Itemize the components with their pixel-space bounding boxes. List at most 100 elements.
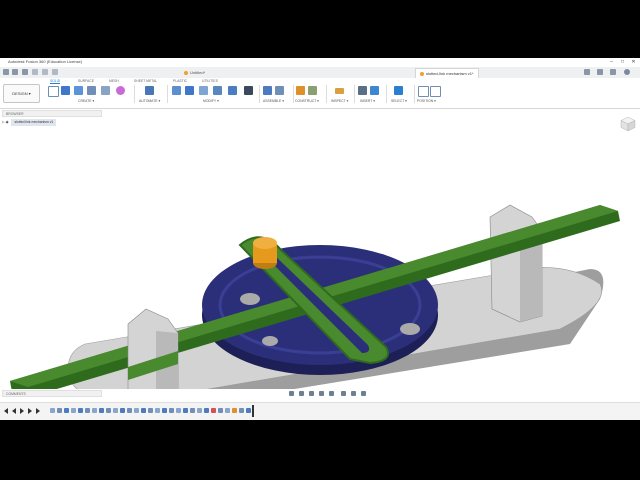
close-button[interactable]: ✕ (630, 59, 637, 65)
tab-utilities[interactable]: UTILITIES (202, 79, 218, 83)
timeline-feature[interactable] (232, 408, 237, 413)
play-icon[interactable] (20, 408, 24, 414)
timeline-feature[interactable] (211, 408, 216, 413)
midplane-icon[interactable] (308, 86, 317, 95)
workspace-switcher[interactable]: DESIGN ▾ (3, 84, 40, 103)
move-icon[interactable] (244, 86, 253, 95)
pan-icon[interactable] (309, 391, 314, 396)
timeline-feature[interactable] (155, 408, 160, 413)
maximize-button[interactable]: □ (619, 59, 626, 65)
hole-icon[interactable] (101, 86, 110, 95)
timeline-feature[interactable] (141, 408, 146, 413)
joint-icon[interactable] (275, 86, 284, 95)
look-at-icon[interactable] (299, 391, 304, 396)
go-to-start-icon[interactable] (4, 408, 8, 414)
sphere-icon[interactable] (116, 86, 125, 95)
timeline-feature[interactable] (134, 408, 139, 413)
help-icon[interactable] (610, 69, 616, 75)
press-pull-icon[interactable] (172, 86, 181, 95)
data-panel-icon[interactable] (12, 69, 18, 75)
step-forward-icon[interactable] (28, 408, 32, 414)
orbit-icon[interactable] (289, 391, 294, 396)
timeline-feature[interactable] (183, 408, 188, 413)
timeline-feature[interactable] (71, 408, 76, 413)
file-icon[interactable] (22, 69, 28, 75)
timeline-feature[interactable] (225, 408, 230, 413)
timeline-feature[interactable] (127, 408, 132, 413)
tab-slotted-link[interactable]: slotted-link mechanism v1* (415, 68, 479, 78)
capture-position-icon[interactable] (418, 86, 429, 97)
timeline-feature[interactable] (169, 408, 174, 413)
timeline-feature[interactable] (162, 408, 167, 413)
grid-settings-icon[interactable] (351, 391, 356, 396)
timeline-feature[interactable] (176, 408, 181, 413)
app-menu-icon[interactable] (3, 69, 9, 75)
shell-icon[interactable] (213, 86, 222, 95)
viewports-icon[interactable] (361, 391, 366, 396)
save-icon[interactable] (32, 69, 38, 75)
timeline-feature[interactable] (246, 408, 251, 413)
timeline-feature[interactable] (148, 408, 153, 413)
select-icon[interactable] (394, 86, 403, 95)
timeline-feature[interactable] (106, 408, 111, 413)
combine-icon[interactable] (228, 86, 237, 95)
tab-untitled[interactable]: Untitled* (180, 68, 209, 77)
offset-plane-icon[interactable] (296, 86, 305, 95)
tab-mesh[interactable]: MESH (109, 79, 119, 83)
insert-menu[interactable]: INSERT ▾ (360, 99, 375, 103)
measure-icon[interactable] (335, 88, 344, 94)
notifications-icon[interactable] (597, 69, 603, 75)
timeline-feature[interactable] (99, 408, 104, 413)
select-menu[interactable]: SELECT ▾ (391, 99, 407, 103)
revert-position-icon[interactable] (430, 86, 441, 97)
insert-image-icon[interactable] (370, 86, 379, 95)
timeline-feature[interactable] (204, 408, 209, 413)
create-menu[interactable]: CREATE ▾ (78, 99, 94, 103)
timeline-feature[interactable] (57, 408, 62, 413)
automate-icon[interactable] (145, 86, 154, 95)
step-back-icon[interactable] (12, 408, 16, 414)
new-component-icon[interactable] (263, 86, 272, 95)
position-menu[interactable]: POSITION ▾ (417, 99, 436, 103)
timeline-feature[interactable] (92, 408, 97, 413)
assemble-menu[interactable]: ASSEMBLE ▾ (263, 99, 284, 103)
new-tab-icon[interactable] (584, 69, 590, 75)
3d-viewport[interactable] (0, 119, 640, 389)
timeline-feature[interactable] (197, 408, 202, 413)
construct-menu[interactable]: CONSTRUCT ▾ (295, 99, 319, 103)
modify-menu[interactable]: MODIFY ▾ (203, 99, 219, 103)
go-to-end-icon[interactable] (36, 408, 40, 414)
comments-panel[interactable]: COMMENTS (2, 390, 102, 397)
left-bracket[interactable] (127, 308, 179, 389)
timeline-feature[interactable] (50, 408, 55, 413)
redo-icon[interactable] (52, 69, 58, 75)
automate-menu[interactable]: AUTOMATE ▾ (139, 99, 160, 103)
drive-pin[interactable] (253, 237, 277, 269)
fit-icon[interactable] (329, 391, 334, 396)
timeline-feature[interactable] (113, 408, 118, 413)
browser-header[interactable]: BROWSER (2, 110, 102, 117)
timeline-marker[interactable] (252, 405, 254, 417)
timeline-feature[interactable] (120, 408, 125, 413)
timeline-feature[interactable] (64, 408, 69, 413)
insert-derive-icon[interactable] (358, 86, 367, 95)
sketch-icon[interactable] (48, 86, 59, 97)
zoom-icon[interactable] (319, 391, 324, 396)
avatar[interactable] (624, 69, 630, 75)
fillet-icon[interactable] (185, 86, 194, 95)
tab-sheet-metal[interactable]: SHEET METAL (134, 79, 157, 83)
timeline-feature[interactable] (218, 408, 223, 413)
tab-plastic[interactable]: PLASTIC (173, 79, 187, 83)
revolve-icon[interactable] (87, 86, 96, 95)
box-icon[interactable] (61, 86, 70, 95)
timeline-feature[interactable] (190, 408, 195, 413)
minimize-button[interactable]: – (608, 59, 615, 65)
inspect-menu[interactable]: INSPECT ▾ (331, 99, 348, 103)
right-bracket[interactable] (489, 204, 543, 323)
timeline-feature[interactable] (239, 408, 244, 413)
timeline-feature[interactable] (85, 408, 90, 413)
undo-icon[interactable] (42, 69, 48, 75)
chamfer-icon[interactable] (199, 86, 208, 95)
display-settings-icon[interactable] (341, 391, 346, 396)
timeline-feature[interactable] (78, 408, 83, 413)
